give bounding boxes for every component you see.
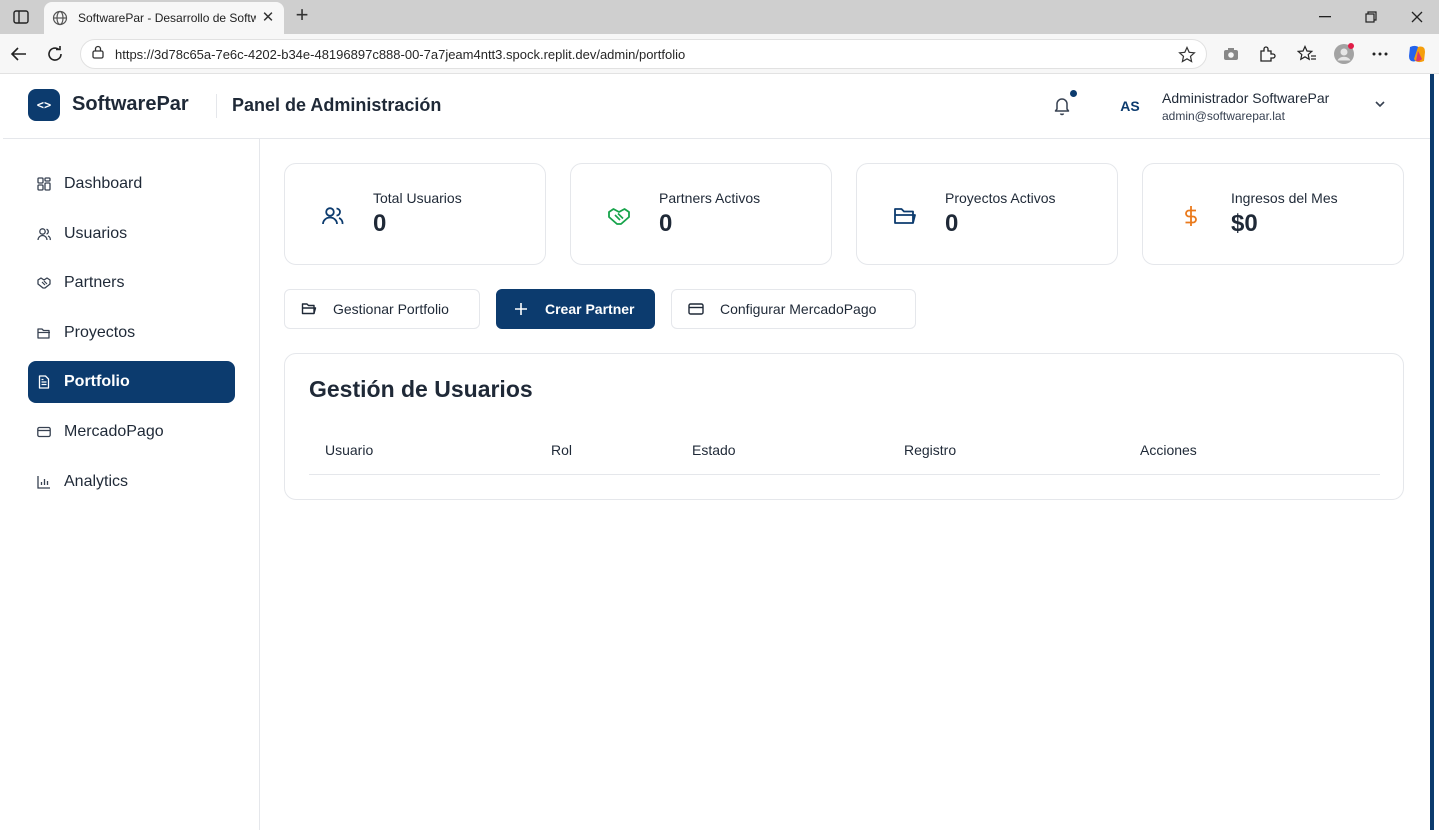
credit-card-icon: [688, 301, 704, 317]
table-header-estado: Estado: [692, 442, 736, 458]
more-options-icon[interactable]: [1369, 43, 1391, 65]
button-label: Crear Partner: [545, 301, 635, 317]
bell-icon[interactable]: [1052, 95, 1072, 117]
users-management-card: Gestión de Usuarios Usuario Rol Estado R…: [284, 353, 1404, 500]
browser-tab[interactable]: SoftwarePar - Desarrollo de Software ✕: [44, 2, 284, 34]
create-partner-button[interactable]: Crear Partner: [496, 289, 655, 329]
dollar-icon: [1179, 204, 1203, 228]
sidebar-item-label: Dashboard: [64, 175, 143, 192]
user-icon: [37, 227, 51, 241]
configure-mercadopago-button[interactable]: Configurar MercadoPago: [671, 289, 916, 329]
sidebar-item-label: Analytics: [64, 473, 129, 490]
folder-icon: [37, 326, 51, 340]
plus-icon: [513, 301, 529, 317]
handshake-icon: [607, 204, 631, 228]
minimize-icon[interactable]: [1315, 8, 1335, 26]
close-window-icon[interactable]: [1407, 8, 1427, 26]
table-header-registro: Registro: [904, 442, 957, 458]
users-icon: [321, 204, 345, 228]
app-header: <> SoftwarePar Panel de Administración A…: [3, 74, 1430, 139]
stat-value: 0: [945, 210, 959, 237]
credit-card-icon: [37, 425, 51, 439]
code-logo-icon[interactable]: <>: [28, 89, 60, 121]
stat-label: Proyectos Activos: [945, 190, 1056, 206]
favorite-star-icon[interactable]: [1178, 46, 1196, 69]
address-bar[interactable]: https://3d78c65a-7e6c-4202-b34e-48196897…: [80, 39, 1207, 69]
sidebar-item-label: Portfolio: [64, 373, 130, 390]
sidebar-item-label: MercadoPago: [64, 423, 164, 440]
table-header-rol: Rol: [551, 442, 573, 458]
stat-label: Partners Activos: [659, 190, 761, 206]
sidebar-item-label: Partners: [64, 274, 125, 291]
sidebar-toggle-icon[interactable]: [10, 7, 32, 27]
page-title: Panel de Administración: [232, 95, 442, 115]
browser-tab-bar: SoftwarePar - Desarrollo de Software ✕ +: [0, 0, 1439, 34]
section-title: Gestión de Usuarios: [309, 376, 533, 402]
bar-chart-icon: [37, 475, 51, 489]
sidebar-item-portfolio[interactable]: Portfolio: [28, 361, 235, 403]
folder-icon: [893, 204, 917, 228]
main-content: Total Usuarios 0 Partners Activos 0 Proy…: [260, 139, 1430, 830]
stat-card-partners-activos: Partners Activos 0: [570, 163, 832, 265]
browser-toolbar: https://3d78c65a-7e6c-4202-b34e-48196897…: [0, 34, 1439, 74]
brand-name[interactable]: SoftwarePar: [72, 93, 189, 116]
sidebar-item-proyectos[interactable]: Proyectos: [28, 312, 235, 354]
sidebar-item-label: Usuarios: [64, 225, 128, 242]
lock-icon: [91, 45, 105, 64]
stat-card-ingresos-mes: Ingresos del Mes $0: [1142, 163, 1404, 265]
extensions-icon[interactable]: [1256, 43, 1278, 65]
stat-label: Total Usuarios: [373, 190, 462, 206]
table-header-usuario: Usuario: [325, 442, 374, 458]
stat-value: 0: [373, 210, 387, 237]
stat-value: 0: [659, 210, 673, 237]
user-name[interactable]: Administrador SoftwarePar: [1162, 90, 1329, 106]
button-label: Gestionar Portfolio: [333, 301, 449, 317]
reload-icon[interactable]: [44, 43, 66, 65]
globe-icon: [52, 10, 68, 26]
table-header-divider: [309, 474, 1380, 475]
window-accent-border: [1430, 74, 1434, 830]
table-header-acciones: Acciones: [1140, 442, 1197, 458]
close-tab-icon[interactable]: ✕: [260, 10, 276, 26]
camera-icon[interactable]: [1220, 43, 1242, 65]
grid-icon: [37, 177, 51, 191]
profile-icon[interactable]: [1333, 43, 1355, 65]
new-tab-icon[interactable]: +: [292, 4, 312, 27]
url-text: https://3d78c65a-7e6c-4202-b34e-48196897…: [115, 46, 686, 62]
chevron-down-icon[interactable]: [1372, 96, 1388, 112]
document-icon: [37, 375, 51, 389]
sidebar: Dashboard Usuarios Partners Proyectos Po…: [3, 139, 260, 830]
handshake-icon: [37, 276, 51, 290]
favorites-icon[interactable]: [1296, 43, 1318, 65]
notification-badge: [1070, 90, 1077, 97]
header-divider: [216, 94, 217, 118]
stat-value: $0: [1231, 210, 1258, 237]
button-label: Configurar MercadoPago: [720, 301, 877, 317]
user-email: admin@softwarepar.lat: [1162, 109, 1285, 123]
restore-icon[interactable]: [1361, 8, 1381, 26]
sidebar-item-partners[interactable]: Partners: [28, 262, 235, 304]
copilot-icon[interactable]: [1406, 43, 1428, 65]
manage-portfolio-button[interactable]: Gestionar Portfolio: [284, 289, 480, 329]
sidebar-item-usuarios[interactable]: Usuarios: [28, 213, 235, 255]
back-icon[interactable]: [8, 43, 30, 65]
stat-card-total-usuarios: Total Usuarios 0: [284, 163, 546, 265]
stat-label: Ingresos del Mes: [1231, 190, 1338, 206]
stat-card-proyectos-activos: Proyectos Activos 0: [856, 163, 1118, 265]
sidebar-item-label: Proyectos: [64, 324, 136, 341]
tab-title: SoftwarePar - Desarrollo de Software: [78, 11, 256, 25]
sidebar-item-mercadopago[interactable]: MercadoPago: [28, 411, 235, 453]
sidebar-item-dashboard[interactable]: Dashboard: [28, 163, 235, 205]
folder-open-icon: [301, 301, 317, 317]
avatar[interactable]: AS: [1112, 91, 1148, 121]
sidebar-item-analytics[interactable]: Analytics: [28, 461, 235, 503]
